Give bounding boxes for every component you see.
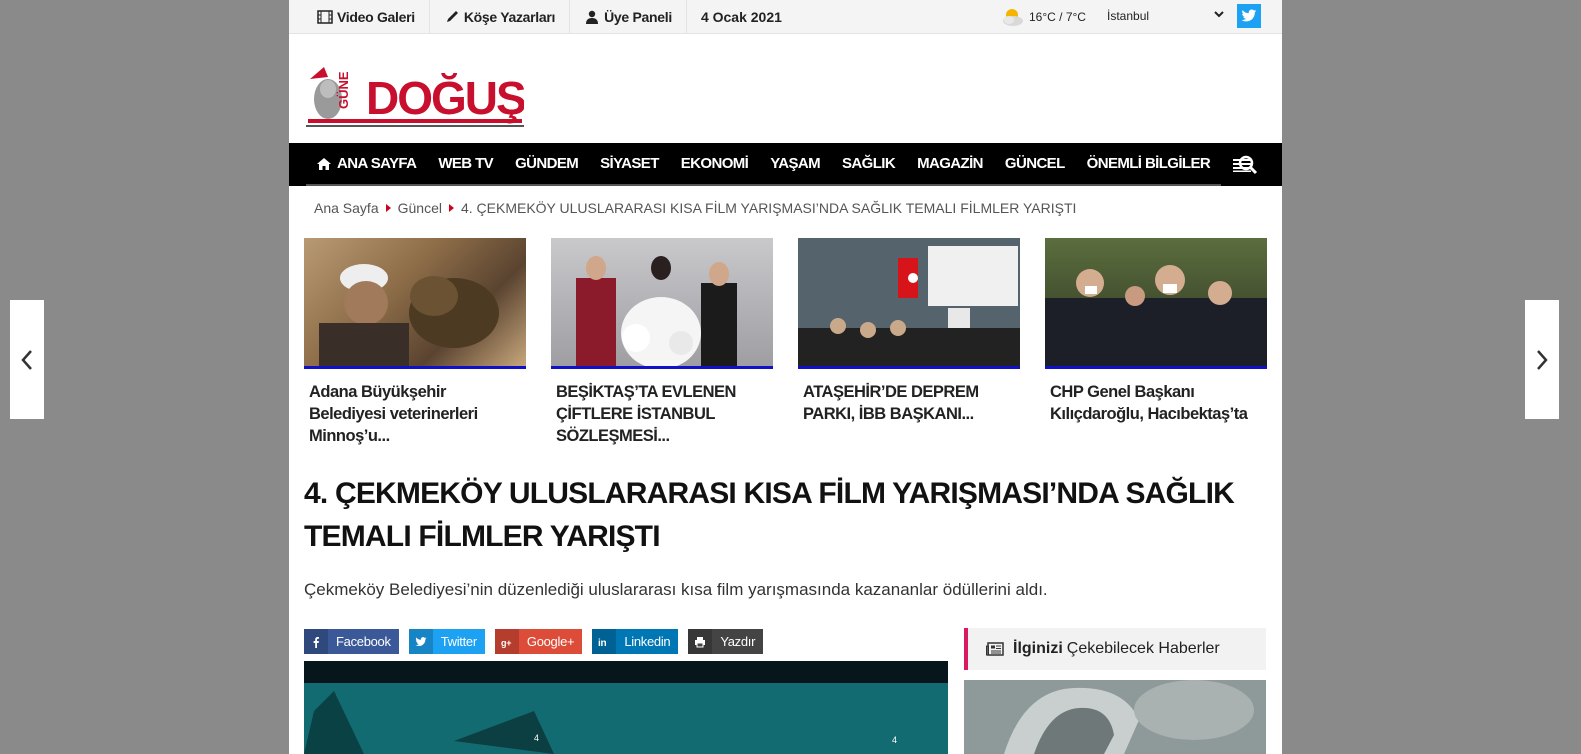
google-plus-icon: g+ — [494, 629, 519, 654]
main-nav: ANA SAYFA WEB TV GÜNDEM SİYASET EKONOMİ … — [289, 143, 1282, 186]
video-gallery-link[interactable]: Video Galeri — [289, 0, 430, 34]
nav-item-onemli-bilgiler[interactable]: ÖNEMLİ BİLGİLER — [1075, 143, 1222, 186]
news-card[interactable]: Adana Büyükşehir Belediyesi veterinerler… — [304, 238, 526, 447]
nav-item-saglik[interactable]: SAĞLIK — [831, 143, 907, 186]
share-linkedin-button[interactable]: in Linkedin — [592, 629, 679, 654]
newspaper-icon — [986, 642, 1004, 656]
user-icon — [586, 10, 599, 24]
top-bar: Video Galeri Köşe Yazarları Üye Paneli 4… — [289, 0, 1282, 34]
member-panel-label: Üye Paneli — [604, 8, 672, 25]
svg-text:GÜNE: GÜNE — [336, 71, 351, 109]
news-card-image[interactable] — [798, 238, 1020, 369]
print-button[interactable]: Yazdır — [688, 629, 764, 654]
nav-item-guncel[interactable]: GÜNCEL — [993, 143, 1076, 186]
news-card-title[interactable]: ATAŞEHİR’DE DEPREM PARKI, İBB BAŞKANI... — [798, 381, 1020, 425]
facebook-icon — [304, 629, 328, 654]
nav-item-gundem[interactable]: GÜNDEM — [504, 143, 590, 186]
twitter-follow-button[interactable] — [1237, 4, 1261, 28]
news-card[interactable]: CHP Genel Başkanı Kılıçdaroğlu, Hacıbekt… — [1045, 238, 1267, 447]
news-card-title[interactable]: BEŞİKTAŞ’TA EVLENEN ÇİFTLERE İSTANBUL SÖ… — [551, 381, 773, 447]
columnists-link[interactable]: Köşe Yazarları — [430, 0, 571, 34]
site-logo[interactable]: GÜNE DOĞUŞ — [306, 59, 524, 129]
share-google-label: Google+ — [526, 634, 575, 649]
chevron-right-icon — [1537, 349, 1548, 370]
pencil-icon — [446, 10, 458, 22]
current-date: 4 Ocak 2021 — [700, 8, 782, 25]
news-card-title[interactable]: Adana Büyükşehir Belediyesi veterinerler… — [304, 381, 526, 447]
columnists-label: Köşe Yazarları — [463, 8, 556, 25]
breadcrumb: Ana Sayfa Güncel 4. ÇEKMEKÖY ULUSLARARAS… — [314, 200, 1076, 216]
nav-item-home[interactable]: ANA SAYFA — [306, 143, 428, 186]
svg-text:4: 4 — [534, 733, 539, 743]
share-linkedin-label: Linkedin — [624, 634, 671, 649]
svg-text:g+: g+ — [501, 638, 511, 648]
chevron-down-icon[interactable] — [1214, 9, 1224, 19]
share-google-button[interactable]: g+ Google+ — [494, 629, 583, 654]
home-icon — [317, 157, 331, 170]
video-gallery-label: Video Galeri — [337, 8, 415, 25]
share-twitter-button[interactable]: Twitter — [408, 629, 485, 654]
temperature-text: 16°C / 7°C — [1029, 10, 1086, 24]
sidebar-heading-text: Çekebilecek Haberler — [1066, 640, 1220, 657]
news-card-title[interactable]: CHP Genel Başkanı Kılıçdaroğlu, Hacıbekt… — [1045, 381, 1267, 425]
next-arrow-button[interactable] — [1525, 300, 1559, 419]
share-facebook-label: Facebook — [336, 634, 391, 649]
print-label: Yazdır — [720, 634, 756, 649]
partly-cloudy-icon — [1003, 9, 1023, 26]
news-card-image[interactable] — [551, 238, 773, 369]
print-icon — [688, 629, 713, 654]
share-facebook-button[interactable]: Facebook — [304, 629, 399, 654]
news-card[interactable]: ATAŞEHİR’DE DEPREM PARKI, İBB BAŞKANI... — [798, 238, 1020, 447]
member-panel-link[interactable]: Üye Paneli — [570, 0, 687, 34]
news-card-image[interactable] — [1045, 238, 1267, 369]
city-select[interactable]: İstanbul — [1107, 9, 1149, 23]
breadcrumb-home[interactable]: Ana Sayfa — [314, 200, 379, 216]
page-container: Video Galeri Köşe Yazarları Üye Paneli 4… — [289, 0, 1282, 754]
related-news-row: Adana Büyükşehir Belediyesi veterinerler… — [304, 238, 1282, 447]
breadcrumb-separator-icon — [385, 204, 391, 212]
sidebar-news-image[interactable] — [964, 680, 1266, 754]
search-icon[interactable] — [1238, 155, 1258, 175]
nav-item-ekonomi[interactable]: EKONOMİ — [669, 143, 760, 186]
share-twitter-label: Twitter — [440, 634, 477, 649]
svg-text:DOĞUŞ: DOĞUŞ — [366, 72, 524, 124]
nav-item-magazin[interactable]: MAGAZİN — [906, 143, 994, 186]
nav-item-siyaset[interactable]: SİYASET — [589, 143, 670, 186]
news-card-image[interactable] — [304, 238, 526, 369]
sidebar-heading-bold: İlginizi — [1013, 640, 1063, 657]
news-card[interactable]: BEŞİKTAŞ’TA EVLENEN ÇİFTLERE İSTANBUL SÖ… — [551, 238, 773, 447]
article-headline: 4. ÇEKMEKÖY ULUSLARARASI KISA FİLM YARIŞ… — [304, 477, 1235, 553]
breadcrumb-category[interactable]: Güncel — [398, 200, 442, 216]
breadcrumb-current: 4. ÇEKMEKÖY ULUSLARARASI KISA FİLM YARIŞ… — [460, 200, 1077, 216]
share-bar: Facebook Twitter g+ Google+ in Linkedin … — [304, 629, 773, 654]
breadcrumb-separator-icon — [448, 204, 454, 212]
nav-item-yasam[interactable]: YAŞAM — [759, 143, 832, 186]
nav-item-webtv[interactable]: WEB TV — [427, 143, 505, 186]
prev-arrow-button[interactable] — [10, 300, 44, 419]
header-logo-area: GÜNE DOĞUŞ — [289, 34, 1282, 143]
linkedin-icon: in — [592, 629, 617, 654]
weather-widget: 16°C / 7°C — [1001, 6, 1086, 28]
chevron-left-icon — [21, 349, 32, 370]
svg-text:4: 4 — [892, 735, 897, 745]
article-summary: Çekmeköy Belediyesi’nin düzenlediği ulus… — [304, 580, 1048, 599]
nav-item-home-label: ANA SAYFA — [337, 155, 417, 172]
twitter-icon — [1241, 9, 1257, 22]
article-main-image: 44 — [304, 661, 948, 754]
twitter-icon — [408, 629, 433, 654]
sidebar-heading: İlginizi Çekebilecek Haberler — [964, 628, 1266, 670]
svg-text:in: in — [598, 638, 606, 648]
film-icon — [317, 9, 333, 24]
